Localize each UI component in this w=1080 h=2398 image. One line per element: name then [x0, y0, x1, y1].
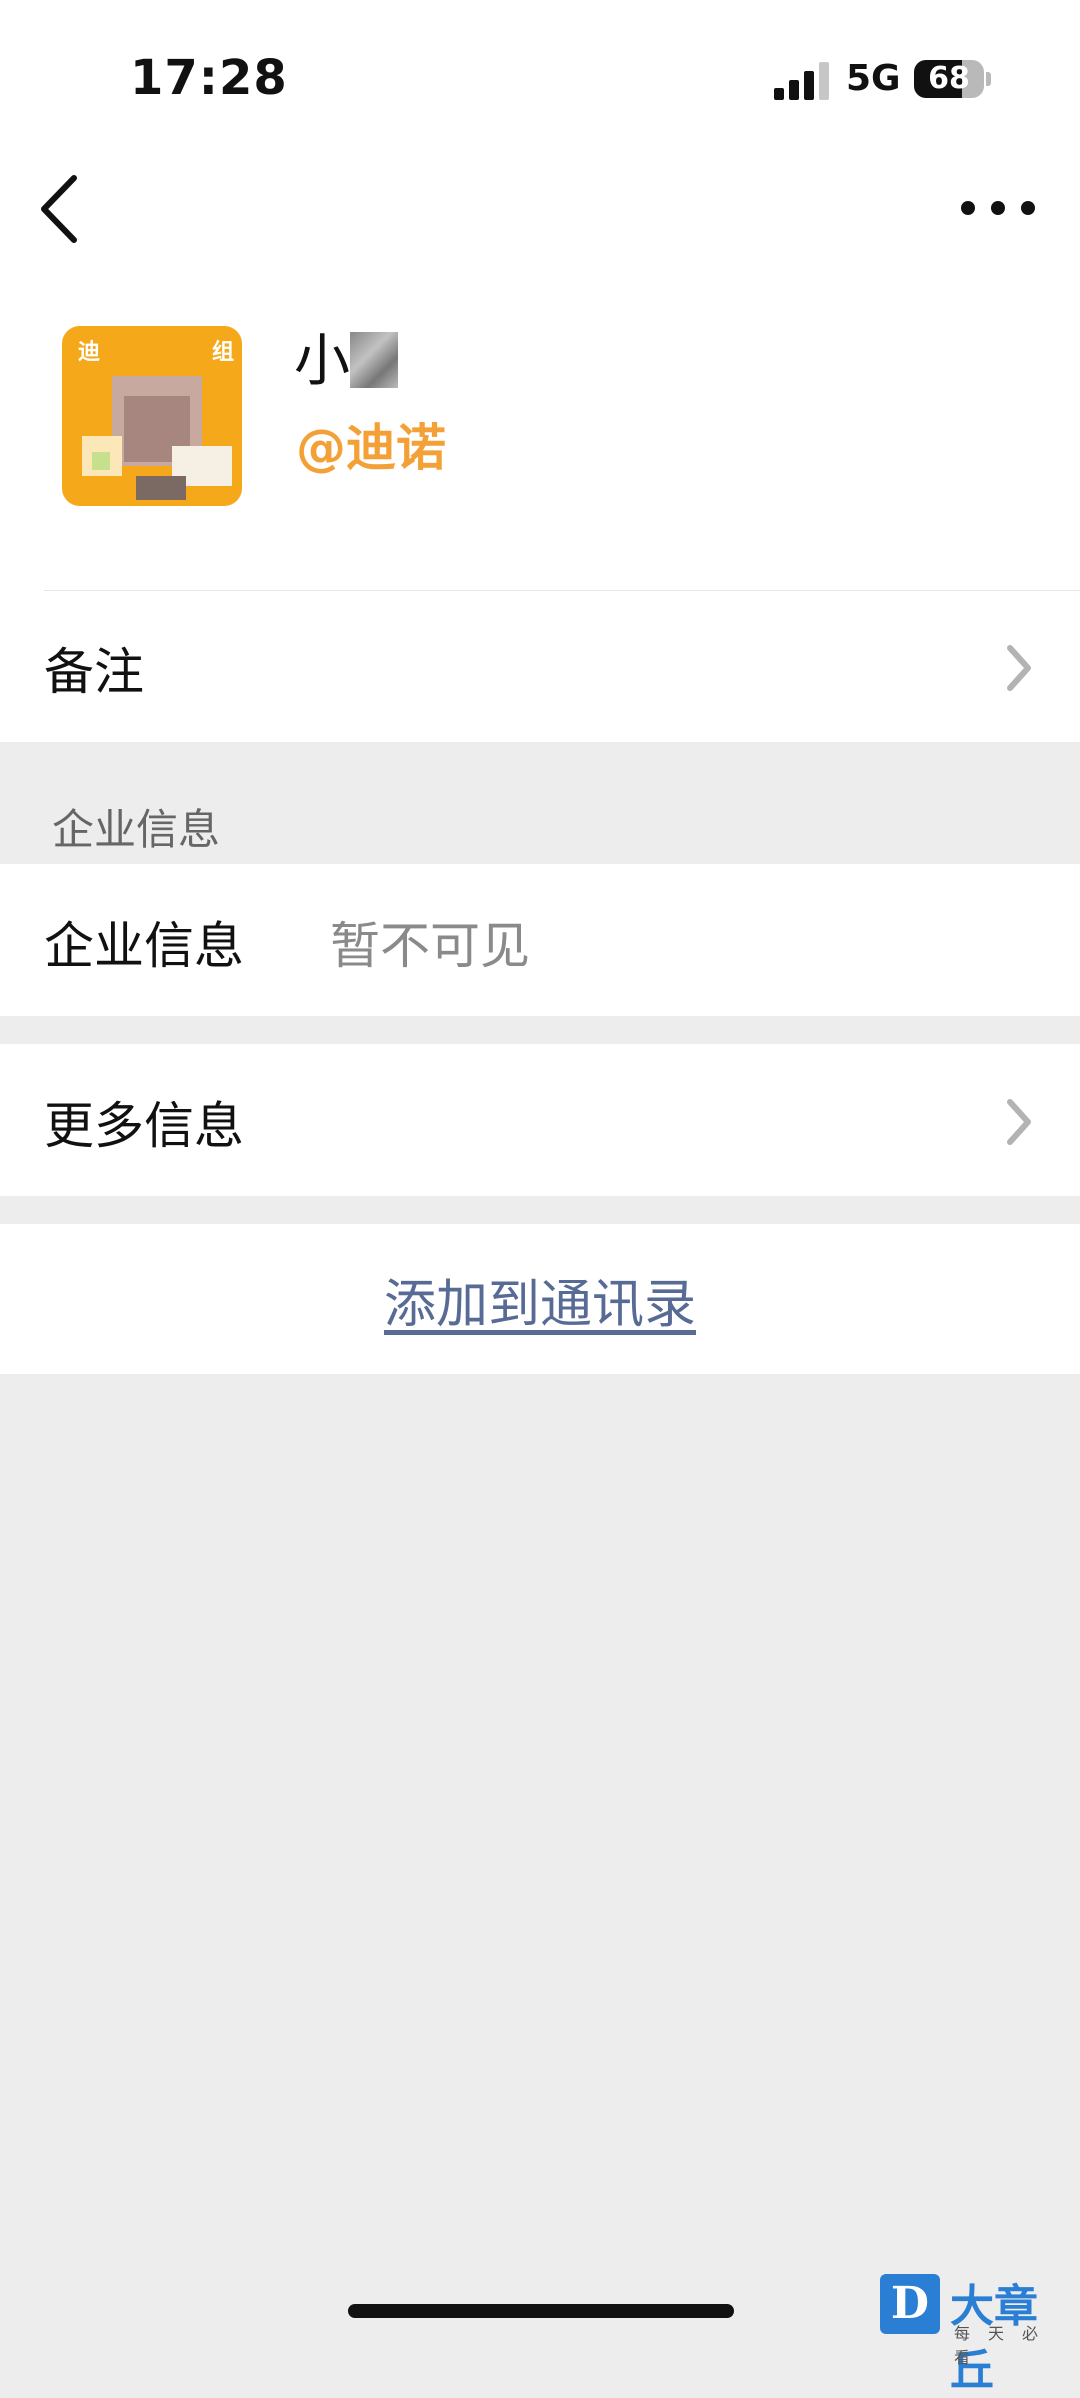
chevron-right-icon [1007, 1099, 1031, 1145]
chevron-left-icon [41, 175, 77, 243]
watermark-subtitle: 每天必看 [954, 2324, 1057, 2367]
remark-label: 备注 [44, 643, 144, 701]
watermark-logo: D [880, 2274, 940, 2334]
enterprise-info-row: 企业信息 暂不可见 [0, 864, 1080, 1016]
status-time: 17:28 [130, 50, 288, 106]
back-button[interactable] [30, 172, 90, 246]
section-header-enterprise: 企业信息 [52, 805, 221, 854]
more-options-button[interactable] [960, 188, 1036, 228]
battery-icon: 68 [914, 60, 984, 98]
more-info-label: 更多信息 [44, 1097, 244, 1155]
corp-tag: @迪诺 [296, 419, 446, 477]
enterprise-info-label: 企业信息 [44, 917, 244, 975]
add-to-contacts-button[interactable]: 添加到通讯录 [0, 1262, 1080, 1337]
ellipsis-icon [961, 201, 1035, 215]
avatar[interactable]: 迪组 [62, 326, 242, 506]
network-type: 5G [846, 58, 901, 99]
avatar-text: 迪组 [78, 340, 234, 365]
chevron-right-icon [1007, 645, 1031, 691]
divider [44, 590, 1080, 591]
more-info-row[interactable]: 更多信息 [0, 1044, 1080, 1196]
signal-strength-icon [774, 62, 829, 100]
watermark-logo-letter: D [890, 2278, 930, 2329]
battery-tip [986, 72, 991, 86]
battery-level: 68 [928, 61, 970, 96]
contact-name: 小 [294, 316, 398, 397]
redacted-name-part [350, 332, 398, 388]
remark-row[interactable]: 备注 [0, 592, 1080, 742]
home-indicator[interactable] [348, 2304, 734, 2318]
enterprise-info-value: 暂不可见 [330, 917, 530, 975]
